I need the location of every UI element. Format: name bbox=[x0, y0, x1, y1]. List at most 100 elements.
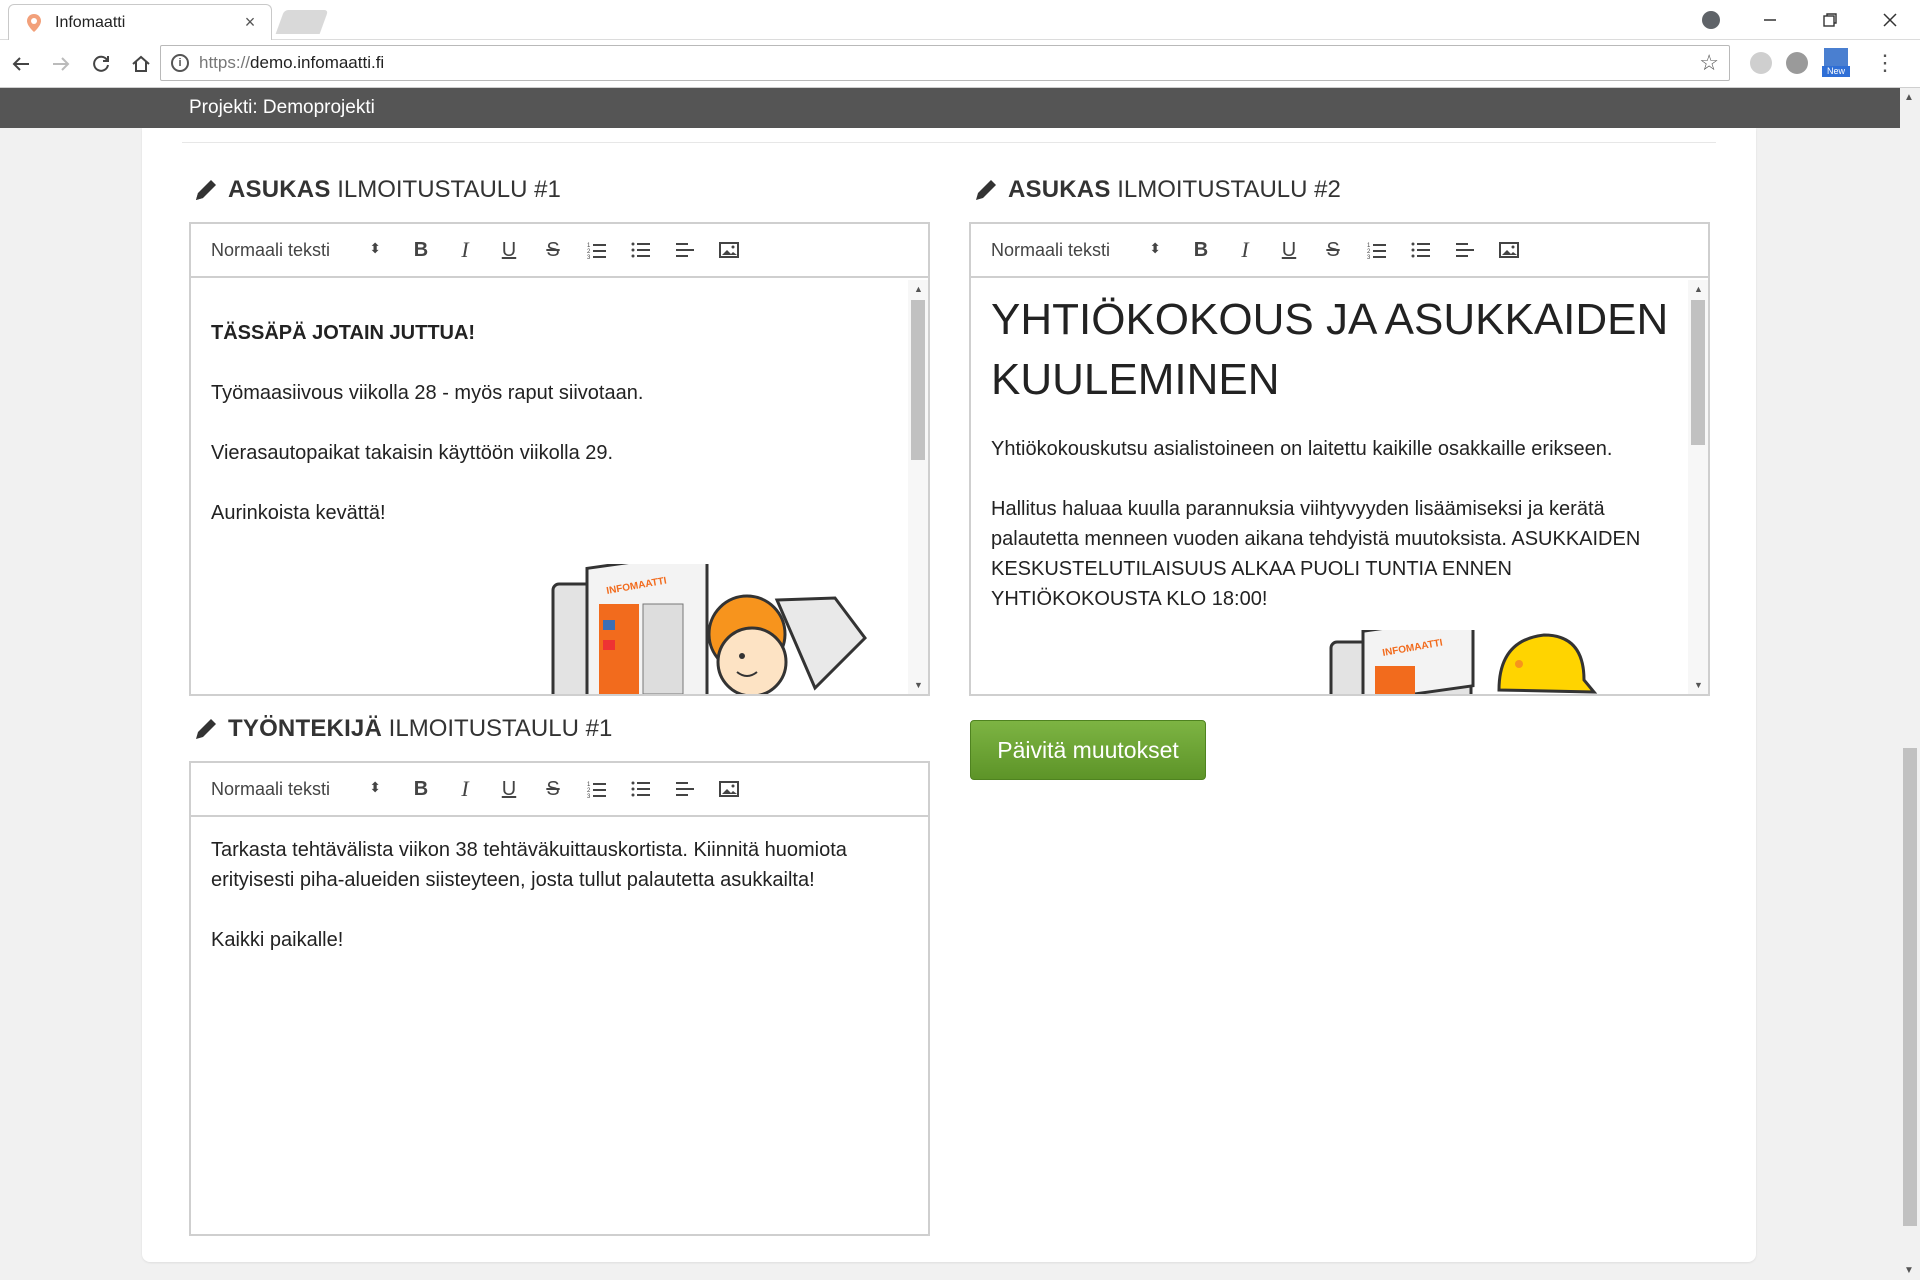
url-text[interactable]: https://demo.infomaatti.fi bbox=[199, 53, 384, 73]
select-arrows-icon: ⬍ bbox=[1149, 239, 1161, 256]
content-line: Aurinkoista kevättä! bbox=[211, 502, 386, 524]
underline-button[interactable]: U bbox=[487, 773, 531, 805]
address-bar[interactable]: i https://demo.infomaatti.fi ☆ bbox=[160, 45, 1730, 81]
bookmark-star-icon[interactable]: ☆ bbox=[1699, 50, 1719, 76]
extension-chat-icon[interactable] bbox=[1786, 52, 1808, 74]
profile-icon[interactable] bbox=[1702, 11, 1720, 29]
editor-content[interactable]: YHTIÖKOKOUS JA ASUKKAIDEN KUULEMINEN Yht… bbox=[971, 280, 1708, 694]
svg-text:3: 3 bbox=[1367, 255, 1371, 259]
select-arrows-icon: ⬍ bbox=[369, 778, 381, 795]
align-left-icon[interactable] bbox=[663, 773, 707, 805]
editor-tyontekija-1: Normaali teksti ⬍ B I U S 123 Tarkasta te… bbox=[189, 761, 930, 1236]
bold-button[interactable]: B bbox=[1179, 234, 1223, 266]
underline-button[interactable]: U bbox=[1267, 234, 1311, 266]
bullet-list-icon[interactable] bbox=[1399, 234, 1443, 266]
page-scrollbar[interactable]: ▲ ▼ bbox=[1900, 88, 1920, 1280]
format-select[interactable]: Normaali teksti ⬍ bbox=[211, 240, 381, 261]
infomaatti-mascot-illustration: INFOMAATTI bbox=[551, 564, 867, 694]
section-asukas-1-header: ASUKAS ILMOITUSTAULU #1 bbox=[192, 170, 561, 210]
minimize-icon[interactable] bbox=[1740, 0, 1800, 40]
content-line: Tarkasta tehtävälista viikon 38 tehtäväk… bbox=[211, 839, 847, 891]
editor-asukas-2: Normaali teksti ⬍ B I U S 123 YHTIÖKOKOUS… bbox=[969, 222, 1710, 696]
forward-arrow-icon[interactable] bbox=[42, 45, 80, 83]
home-icon[interactable] bbox=[122, 45, 160, 83]
new-tab-button[interactable] bbox=[275, 10, 329, 34]
content-line: Hallitus haluaa kuulla parannuksia viiht… bbox=[991, 498, 1641, 610]
section-title: TYÖNTEKIJÄ ILMOITUSTAULU #1 bbox=[228, 715, 613, 742]
scroll-up-icon[interactable]: ▲ bbox=[914, 284, 923, 294]
reload-icon[interactable] bbox=[82, 45, 120, 83]
svg-text:3: 3 bbox=[587, 794, 591, 798]
project-title: Projekti: Demoprojekti bbox=[189, 97, 375, 118]
image-icon[interactable] bbox=[1487, 234, 1531, 266]
editor-content[interactable]: TÄSSÄPÄ JOTAIN JUTTUA! Työmaasiivous vii… bbox=[191, 280, 928, 694]
section-tyontekija-1-header: TYÖNTEKIJÄ ILMOITUSTAULU #1 bbox=[192, 709, 612, 749]
back-arrow-icon[interactable] bbox=[2, 45, 40, 83]
content-line: Kaikki paikalle! bbox=[211, 929, 344, 951]
svg-text:3: 3 bbox=[587, 255, 591, 259]
scrollbar-thumb[interactable] bbox=[911, 300, 925, 460]
info-icon[interactable]: i bbox=[171, 54, 189, 72]
content-card: ASUKAS ILMOITUSTAULU #1 Normaali teksti ⬍… bbox=[142, 128, 1756, 1262]
section-title: ASUKAS ILMOITUSTAULU #1 bbox=[228, 176, 561, 203]
browser-tab[interactable]: Infomaatti × bbox=[8, 4, 272, 40]
image-icon[interactable] bbox=[707, 234, 751, 266]
editor-content[interactable]: Tarkasta tehtävälista viikon 38 tehtäväk… bbox=[191, 819, 928, 1234]
strikethrough-button[interactable]: S bbox=[531, 773, 575, 805]
editor-asukas-1: Normaali teksti ⬍ B I U S 123 TÄSSÄPÄ JOT… bbox=[189, 222, 930, 696]
content-line: Yhtiökokouskutsu asialistoineen on laite… bbox=[991, 438, 1613, 460]
scrollbar-thumb[interactable] bbox=[1903, 748, 1917, 1226]
bold-button[interactable]: B bbox=[399, 234, 443, 266]
strikethrough-button[interactable]: S bbox=[1311, 234, 1355, 266]
pencil-icon bbox=[196, 719, 216, 739]
browser-menu-icon[interactable]: ⋮ bbox=[1874, 50, 1896, 76]
content-line: Vierasautopaikat takaisin käyttöön viiko… bbox=[211, 442, 614, 464]
content-heading: YHTIÖKOKOUS JA ASUKKAIDEN KUULEMINEN bbox=[991, 295, 1669, 404]
scroll-up-icon[interactable]: ▲ bbox=[1904, 92, 1914, 103]
format-select[interactable]: Normaali teksti ⬍ bbox=[211, 779, 381, 800]
format-select[interactable]: Normaali teksti ⬍ bbox=[991, 240, 1161, 261]
bullet-list-icon[interactable] bbox=[619, 773, 663, 805]
select-arrows-icon: ⬍ bbox=[369, 239, 381, 256]
browser-tab-bar: Infomaatti × bbox=[0, 0, 1920, 40]
align-left-icon[interactable] bbox=[663, 234, 707, 266]
strikethrough-button[interactable]: S bbox=[531, 234, 575, 266]
scroll-down-icon[interactable]: ▼ bbox=[1694, 680, 1703, 690]
editor-toolbar: Normaali teksti ⬍ B I U S 123 bbox=[191, 224, 928, 278]
location-pin-icon bbox=[25, 13, 43, 32]
scroll-up-icon[interactable]: ▲ bbox=[1694, 284, 1703, 294]
scrollbar-thumb[interactable] bbox=[1691, 300, 1705, 445]
scroll-down-icon[interactable]: ▼ bbox=[914, 680, 923, 690]
content-line: Työmaasiivous viikolla 28 - myös raput s… bbox=[211, 382, 644, 404]
bullet-list-icon[interactable] bbox=[619, 234, 663, 266]
scroll-down-icon[interactable]: ▼ bbox=[1904, 1265, 1914, 1276]
window-controls bbox=[1702, 0, 1920, 40]
italic-button[interactable]: I bbox=[443, 234, 487, 266]
section-title: ASUKAS ILMOITUSTAULU #2 bbox=[1008, 176, 1341, 203]
ordered-list-icon[interactable]: 123 bbox=[1355, 234, 1399, 266]
underline-button[interactable]: U bbox=[487, 234, 531, 266]
tab-close-icon[interactable]: × bbox=[241, 12, 259, 33]
update-changes-button[interactable]: Päivitä muutokset bbox=[970, 720, 1206, 780]
editor-scrollbar[interactable]: ▲ ▼ bbox=[1688, 280, 1708, 694]
pencil-icon bbox=[196, 180, 216, 200]
editor-toolbar: Normaali teksti ⬍ B I U S 123 bbox=[971, 224, 1708, 278]
bold-button[interactable]: B bbox=[399, 773, 443, 805]
restore-icon[interactable] bbox=[1800, 0, 1860, 40]
browser-toolbar: i https://demo.infomaatti.fi ☆ New ⋮ bbox=[0, 40, 1920, 88]
section-asukas-2-header: ASUKAS ILMOITUSTAULU #2 bbox=[972, 170, 1341, 210]
ordered-list-icon[interactable]: 123 bbox=[575, 234, 619, 266]
editor-scrollbar[interactable]: ▲ ▼ bbox=[908, 280, 928, 694]
pencil-icon bbox=[976, 180, 996, 200]
extension-globe-icon[interactable] bbox=[1750, 52, 1772, 74]
image-icon[interactable] bbox=[707, 773, 751, 805]
extensions-area: New ⋮ bbox=[1750, 48, 1896, 78]
close-window-icon[interactable] bbox=[1860, 0, 1920, 40]
editor-toolbar: Normaali teksti ⬍ B I U S 123 bbox=[191, 763, 928, 817]
extension-new-icon[interactable]: New bbox=[1822, 48, 1850, 78]
italic-button[interactable]: I bbox=[1223, 234, 1267, 266]
align-left-icon[interactable] bbox=[1443, 234, 1487, 266]
italic-button[interactable]: I bbox=[443, 773, 487, 805]
tab-title: Infomaatti bbox=[55, 13, 126, 31]
ordered-list-icon[interactable]: 123 bbox=[575, 773, 619, 805]
